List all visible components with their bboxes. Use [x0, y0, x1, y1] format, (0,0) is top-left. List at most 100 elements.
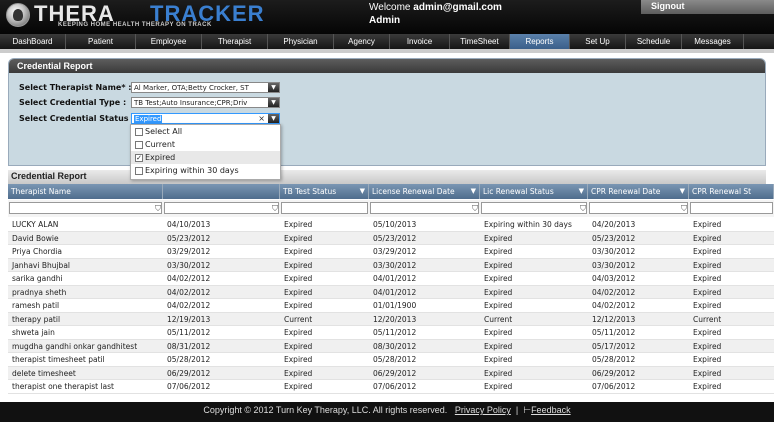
therapist-value: Al Marker, OTA;Betty Crocker, ST — [134, 84, 249, 92]
dropdown-arrow-icon[interactable]: ▼ — [268, 114, 279, 123]
nav-patient[interactable]: Patient — [66, 34, 136, 49]
table-row[interactable]: therapist one therapist last 07/06/2012 Ex… — [8, 380, 774, 394]
table-row[interactable]: LUCKY ALAN 04/10/2013 Expired 05/10/2013 Exp… — [8, 218, 774, 232]
filter-icon[interactable]: ▼ — [680, 187, 685, 195]
checkbox-icon[interactable] — [135, 127, 143, 136]
column-filter-input[interactable] — [370, 202, 479, 214]
status-option-select-all[interactable]: Select All — [131, 125, 280, 138]
table-cell: pradnya sheth — [12, 287, 67, 297]
credential-type-select[interactable]: TB Test;Auto Insurance;CPR;Driv ▼ — [131, 97, 280, 108]
table-cell: 05/28/2012 — [592, 355, 636, 364]
filter-icon[interactable]: ▼ — [360, 187, 365, 195]
status-option-expired[interactable]: ✓ Expired — [131, 151, 280, 164]
table-cell: 05/11/2012 — [373, 328, 417, 337]
signout-button[interactable]: Signout — [641, 0, 774, 14]
filter-icon[interactable]: ⛉ — [472, 204, 478, 214]
table-cell: 06/29/2012 — [167, 368, 211, 378]
column-filter-input[interactable] — [481, 202, 587, 214]
filter-icon[interactable]: ⛉ — [155, 204, 161, 214]
clear-icon[interactable]: × — [258, 114, 265, 123]
dropdown-arrow-icon[interactable]: ▼ — [268, 98, 279, 107]
table-cell: Expired — [484, 341, 513, 351]
checkbox-icon[interactable] — [135, 140, 143, 149]
status-option-current[interactable]: Current — [131, 138, 280, 151]
table-row[interactable]: Priya Chordia 03/29/2012 Expired 03/29/2012… — [8, 245, 774, 259]
welcome-text: Welcome admin@gmail.com — [369, 2, 502, 13]
table-row[interactable]: pradnya sheth 04/02/2012 Expired 04/01/2012… — [8, 285, 774, 299]
filter-cell: ⛉ — [480, 200, 588, 217]
table-row[interactable]: delete timesheet 06/29/2012 Expired 06/29/2… — [8, 366, 774, 380]
nav-dashboard[interactable]: DashBoard — [0, 34, 66, 49]
col-tb-test-date[interactable] — [163, 184, 280, 199]
col-cpr-renewal-status[interactable]: CPR Renewal St — [689, 184, 774, 199]
col-lic-renewal-status[interactable]: Lic Renewal Status ▼ — [480, 184, 588, 199]
table-row[interactable]: ramesh patil 04/02/2012 Expired 01/01/1900 E… — [8, 299, 774, 313]
col-tb-test-status[interactable]: TB Test Status ▼ — [280, 184, 369, 199]
table-cell: Expired — [284, 233, 313, 243]
grid-filter-row: ⛉ ⛉ ⛉ ⛉ ⛉ — [8, 200, 774, 217]
dropdown-arrow-icon[interactable]: ▼ — [268, 83, 279, 92]
table-cell: 05/28/2012 — [167, 355, 211, 364]
table-cell: shweta jain — [12, 328, 55, 337]
table-cell: Expired — [693, 247, 722, 256]
table-cell: 05/17/2012 — [592, 341, 636, 351]
therapist-select[interactable]: Al Marker, OTA;Betty Crocker, ST ▼ — [131, 82, 280, 93]
nav-schedule[interactable]: Schedule — [626, 34, 682, 49]
nav-messages[interactable]: Messages — [682, 34, 744, 49]
table-row[interactable]: Janhavi Bhujbal 03/30/2012 Expired 03/30/20… — [8, 258, 774, 272]
filter-icon[interactable]: ⛉ — [272, 204, 278, 214]
table-cell: therapist one therapist last — [12, 382, 114, 391]
table-cell: 05/11/2012 — [167, 328, 211, 337]
credential-status-select[interactable]: Expired × ▼ — [131, 113, 280, 124]
option-label: Current — [145, 140, 176, 149]
privacy-policy-link[interactable]: Privacy Policy — [455, 405, 511, 415]
nav-physician[interactable]: Physician — [268, 34, 334, 49]
col-label: Therapist Name — [11, 187, 71, 196]
column-filter-input[interactable] — [9, 202, 162, 214]
filter-icon[interactable]: ▼ — [579, 187, 584, 195]
column-filter-input[interactable] — [589, 202, 688, 214]
option-label: Expiring within 30 days — [145, 166, 239, 175]
table-cell: Expired — [284, 355, 313, 364]
table-cell: 07/06/2012 — [167, 382, 211, 391]
table-cell: Expired — [693, 328, 722, 337]
filter-icon[interactable]: ⛉ — [681, 204, 687, 214]
table-row[interactable]: shweta jain 05/11/2012 Expired 05/11/2012 Ex… — [8, 326, 774, 340]
table-cell: 04/02/2012 — [167, 274, 211, 283]
column-filter-input[interactable] — [690, 202, 773, 214]
col-label: Lic Renewal Status — [483, 187, 554, 196]
filter-icon[interactable]: ⛉ — [580, 204, 586, 214]
filter-icon[interactable]: ▼ — [471, 187, 476, 195]
footer-separator: | — [515, 405, 519, 415]
nav-employee[interactable]: Employee — [136, 34, 202, 49]
col-license-renewal-date[interactable]: License Renewal Date ▼ — [369, 184, 480, 199]
status-option-expiring[interactable]: Expiring within 30 days — [131, 164, 280, 177]
checkbox-icon[interactable] — [135, 166, 143, 175]
feedback-link[interactable]: Feedback — [531, 405, 571, 415]
col-label: CPR Renewal St — [692, 187, 752, 196]
table-row[interactable]: David Bowie 05/23/2012 Expired 05/23/2012 Ex… — [8, 231, 774, 245]
nav-therapist[interactable]: Therapist — [202, 34, 268, 49]
table-row[interactable]: mugdha gandhi onkar gandhitest 08/31/2012… — [8, 339, 774, 353]
table-cell: sarika gandhi — [12, 274, 63, 283]
table-cell: 07/06/2012 — [592, 382, 636, 391]
tagline: KEEPING HOME HEALTH THERAPY ON TRACK — [58, 22, 212, 28]
column-filter-input[interactable] — [281, 202, 368, 214]
checkbox-checked-icon[interactable]: ✓ — [135, 153, 143, 162]
table-cell: Janhavi Bhujbal — [12, 260, 70, 270]
table-row[interactable]: sarika gandhi 04/02/2012 Expired 04/01/2012… — [8, 272, 774, 286]
table-row[interactable]: therapy patil 12/19/2013 Current 12/20/2013… — [8, 312, 774, 326]
nav-setup[interactable]: Set Up — [570, 34, 626, 49]
nav-reports[interactable]: Reports — [510, 34, 570, 49]
nav-agency[interactable]: Agency — [334, 34, 390, 49]
column-filter-input[interactable] — [164, 202, 279, 214]
main-nav: DashBoard Patient Employee Therapist Phy… — [0, 34, 774, 49]
col-therapist-name[interactable]: Therapist Name — [8, 184, 163, 199]
nav-invoice[interactable]: Invoice — [390, 34, 450, 49]
table-cell: 05/23/2012 — [592, 233, 636, 243]
filter-cell: ⛉ — [588, 200, 689, 217]
nav-timesheet[interactable]: TimeSheet — [450, 34, 510, 49]
table-row[interactable]: therapist timesheet patil 05/28/2012 Expir… — [8, 353, 774, 367]
col-cpr-renewal-date[interactable]: CPR Renewal Date ▼ — [588, 184, 689, 199]
table-cell: Expired — [484, 247, 513, 256]
